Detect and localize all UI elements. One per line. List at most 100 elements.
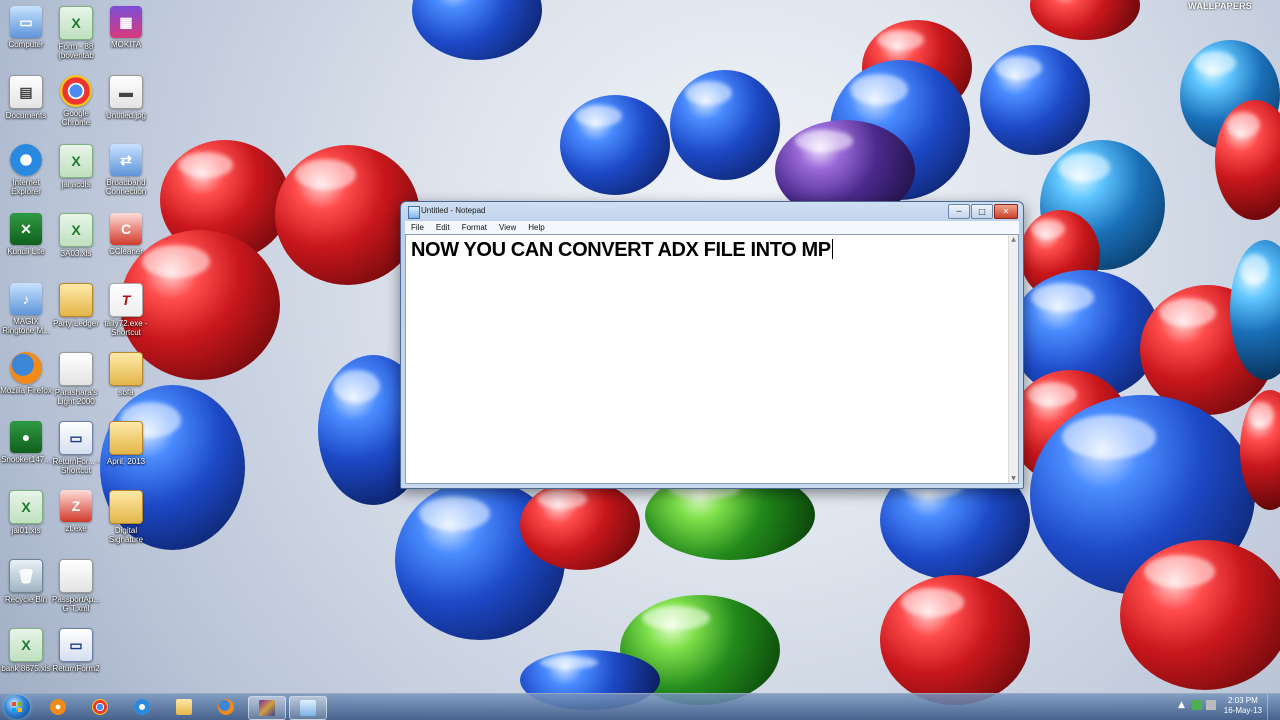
desktop-icon-label: Snooker147... (1, 455, 51, 464)
desktop-icon-april-2013[interactable]: April, 2013 (98, 421, 154, 466)
desktop-icon-snooker[interactable]: ● Snooker147... (0, 421, 54, 464)
taskbar-notepad[interactable] (289, 696, 327, 720)
desktop-icon-kundli[interactable]: ✕ Kundli Lite (0, 213, 54, 256)
wallpaper-orb (520, 480, 640, 570)
file-explorer-icon (176, 699, 192, 715)
desktop-icon-broadband[interactable]: ⇄ Broadband Connection (98, 144, 154, 196)
desktop-icon-label: Computer (8, 40, 44, 49)
desktop-icon-label: Documents (5, 111, 47, 120)
wallpaper-orb (412, 0, 542, 60)
text-caret (831, 239, 833, 259)
desktop-icon-sofa[interactable]: sofa (98, 352, 154, 397)
desktop-icon-label: Digital Signature (108, 526, 144, 544)
taskbar-media-player[interactable] (40, 696, 76, 718)
desktop-icon-untitled-jpg[interactable]: ▬ Untitled.jpg (98, 75, 154, 120)
taskbar-internet-explorer[interactable] (124, 696, 160, 718)
desktop-icon-form-88[interactable]: X Form - 88 (boventab (48, 6, 104, 60)
menu-help[interactable]: Help (522, 223, 550, 232)
menu-view[interactable]: View (493, 223, 522, 232)
desktop-icon-returnform2[interactable]: ▭ ReturnForm2 (48, 628, 104, 673)
desktop-icon-label: Internet Explorer (11, 178, 41, 196)
desktop-icon-computer[interactable]: ▭ Computer (0, 6, 54, 49)
desktop-icon-google-chrome[interactable]: Google Chrome (48, 75, 104, 127)
window-app-icon: ▭ (59, 628, 93, 662)
desktop-icon-parashara[interactable]: Parashara's Light 2000 (48, 352, 104, 406)
taskbar-winrar[interactable] (248, 696, 286, 720)
taskbar-clock[interactable]: 2:03 PM 16-May-13 (1224, 696, 1262, 716)
desktop-icon-label: CCleaner (109, 247, 143, 256)
winrar-icon (259, 700, 275, 716)
start-button[interactable] (4, 695, 30, 719)
editor-text: NOW YOU CAN CONVERT ADX FILE INTO MP (411, 239, 831, 261)
desktop-icon-mokita[interactable]: ▦ MOKITA (98, 6, 154, 49)
scroll-down-arrow-icon[interactable]: ▼ (1009, 474, 1018, 483)
window-controls: ─ □ ✕ (947, 204, 1018, 219)
chrome-icon (92, 699, 108, 715)
network-connection-icon: ⇄ (110, 144, 142, 176)
notepad-titlebar[interactable]: Untitled - Notepad ─ □ ✕ (401, 202, 1023, 221)
desktop-icon-jai01[interactable]: X jai01.xls (0, 490, 54, 535)
window-app-icon: ▭ (59, 421, 93, 455)
wallpaper-orb (880, 575, 1030, 705)
desktop-icon-internet-explorer[interactable]: e Internet Explorer (0, 144, 54, 196)
kundli-icon: ✕ (10, 213, 42, 245)
taskbar-firefox[interactable] (208, 696, 244, 718)
desktop-icon-recycle-bin[interactable]: 🗑 Recycle Bin (0, 559, 54, 604)
volume-icon[interactable] (1206, 700, 1216, 710)
taskbar-chrome[interactable] (82, 696, 118, 718)
desktop-icon-bank[interactable]: X bank 8675.xls (0, 628, 54, 673)
excel-file-icon: X (59, 6, 93, 40)
menu-format[interactable]: Format (456, 223, 493, 232)
desktop-icon-3a03[interactable]: X 3A03.xls (48, 213, 104, 258)
folder-icon (59, 283, 93, 317)
desktop-icon-label: zt.exe (65, 524, 87, 533)
desktop-icon-jai-acdls[interactable]: X jai.acdls (48, 144, 104, 189)
desktop-icon-label: Form - 88 (boventab (58, 42, 94, 60)
desktop-icon-digital-signature[interactable]: Digital Signature (98, 490, 154, 544)
minimize-button[interactable]: ─ (948, 204, 970, 219)
desktop-icon-firefox[interactable]: Mozilla Firefox (0, 352, 54, 395)
vertical-scrollbar[interactable]: ▲ ▼ (1008, 235, 1018, 483)
wallpaper-orb (980, 45, 1090, 155)
excel-file-icon: X (9, 628, 43, 662)
desktop-icon-label: Kundli Lite (7, 247, 45, 256)
desktop-icon-label: Untitled.jpg (105, 111, 147, 120)
desktop-icon-documents[interactable]: ▤ Documents (0, 75, 54, 120)
network-status-icon[interactable] (1192, 700, 1202, 710)
desktop-icon-party-ledger[interactable]: Party Ledger (48, 283, 104, 328)
document-icon (59, 559, 93, 593)
taskbar-file-explorer[interactable] (166, 696, 202, 718)
system-tray: ▲ (1178, 700, 1216, 710)
close-button[interactable]: ✕ (994, 204, 1018, 219)
zoo-tycoon-icon: Z (60, 490, 92, 522)
notepad-window[interactable]: Untitled - Notepad ─ □ ✕ File Edit Forma… (400, 201, 1024, 489)
desktop-icon-label: sofa (118, 388, 134, 397)
text-editor-area[interactable]: NOW YOU CAN CONVERT ADX FILE INTO MP ▲ ▼ (405, 234, 1019, 484)
desktop-icon-label: Parashara's Light 2000 (54, 388, 98, 406)
excel-file-icon: X (9, 490, 43, 524)
excel-file-icon: X (59, 213, 93, 247)
window-title: Untitled - Notepad (421, 206, 486, 215)
desktop-icon-passport[interactable]: PassportAp... G T.xml (48, 559, 104, 613)
maximize-button[interactable]: □ (971, 204, 993, 219)
desktop-icon-ccleaner[interactable]: C CCleaner (98, 213, 154, 256)
desktop-icon-magix[interactable]: ♪ MAGIX Ringtone M... (0, 283, 54, 335)
scroll-up-arrow-icon[interactable]: ▲ (1009, 235, 1018, 244)
folder-icon (109, 490, 143, 524)
desktop-icon-returnfor-shortcut[interactable]: ▭ ReturnFor... - Shortcut (48, 421, 104, 475)
notepad-icon (408, 206, 420, 219)
desktop-icon-label: ReturnForm2 (52, 664, 100, 673)
tally-icon: T (109, 283, 143, 317)
show-desktop-button[interactable] (1267, 694, 1280, 720)
desktop-icon-tally[interactable]: T tally72.exe - Shortcut (98, 283, 154, 337)
media-player-icon (50, 699, 66, 715)
desktop-icon-label: 3A03.xls (60, 249, 92, 258)
menu-edit[interactable]: Edit (430, 223, 456, 232)
internet-explorer-icon: e (10, 144, 42, 176)
wallpaper-brand-text: WALLPAPERS (1188, 1, 1252, 11)
show-hidden-icons-icon[interactable]: ▲ (1178, 700, 1188, 710)
menu-file[interactable]: File (405, 223, 430, 232)
desktop-icon-zt-exe[interactable]: Z zt.exe (48, 490, 104, 533)
recycle-bin-icon: 🗑 (9, 559, 43, 593)
desktop-icon-label: Party Ledger (53, 319, 99, 328)
